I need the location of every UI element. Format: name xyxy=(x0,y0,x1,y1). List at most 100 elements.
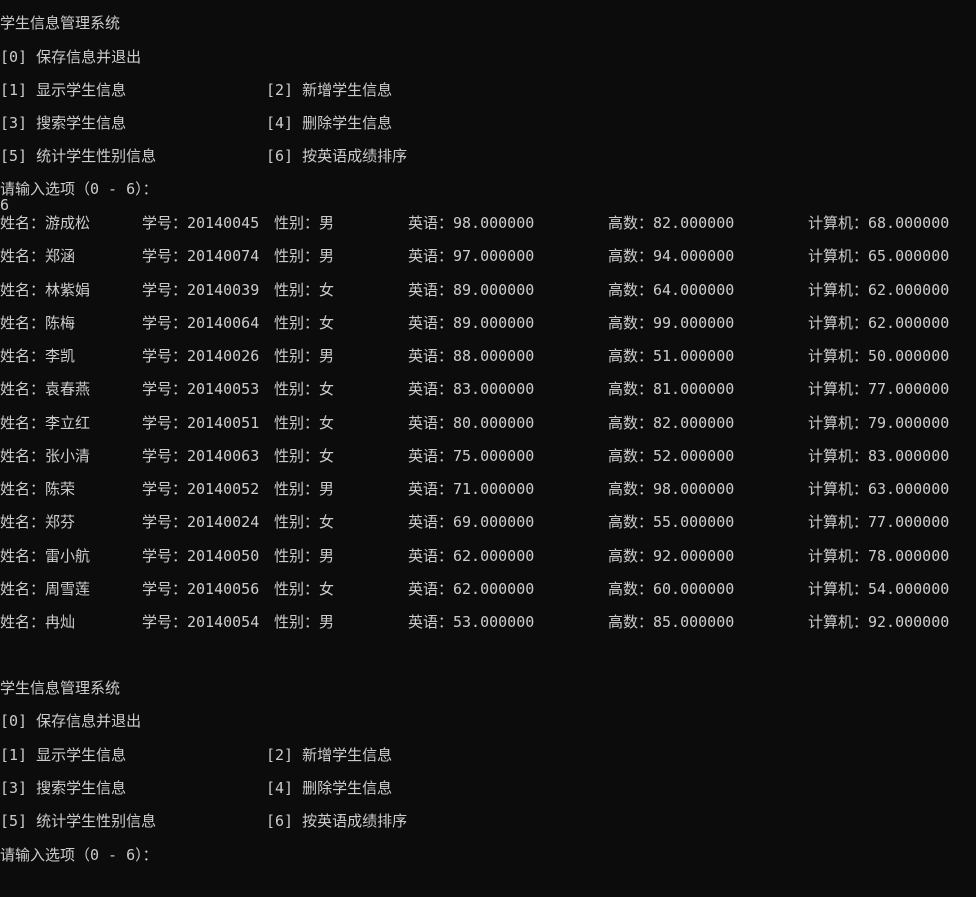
menu-option-6-repeat: [6] 按英语成绩排序 xyxy=(266,812,408,830)
student-name: 姓名：李立红 xyxy=(0,414,91,432)
math-score: 高数：60.000000 xyxy=(608,580,735,598)
student-record-row: 姓名：冉灿 学号：20140054 性别：男 英语：53.000000 高数：85.00… xyxy=(0,613,976,631)
math-score: 高数：85.000000 xyxy=(608,613,735,631)
student-sex: 性别：女 xyxy=(274,281,335,299)
student-name: 姓名：张小清 xyxy=(0,447,91,465)
math-score: 高数：99.000000 xyxy=(608,314,735,332)
student-record-row: 姓名：李凯 学号：20140026 性别：男 英语：88.000000 高数：51.00… xyxy=(0,347,976,365)
menu-option-0: [0] 保存信息并退出 xyxy=(0,48,142,66)
student-name: 姓名：冉灿 xyxy=(0,613,76,631)
student-sex: 性别：男 xyxy=(274,480,335,498)
english-score: 英语：88.000000 xyxy=(408,347,535,365)
math-score: 高数：81.000000 xyxy=(608,380,735,398)
math-score: 高数：94.000000 xyxy=(608,247,735,265)
menu-option-2: [2] 新增学生信息 xyxy=(266,81,393,99)
student-record-row: 姓名：张小清 学号：20140063 性别：女 英语：75.000000 高数：52.0… xyxy=(0,447,976,465)
english-score: 英语：80.000000 xyxy=(408,414,535,432)
computer-score: 计算机：50.000000 xyxy=(808,347,950,365)
english-score: 英语：69.000000 xyxy=(408,513,535,531)
english-score: 英语：98.000000 xyxy=(408,214,535,232)
user-input-value: 6 xyxy=(0,196,10,214)
student-id: 学号：20140050 xyxy=(142,547,260,565)
math-score: 高数：55.000000 xyxy=(608,513,735,531)
student-id: 学号：20140053 xyxy=(142,380,260,398)
english-score: 英语：75.000000 xyxy=(408,447,535,465)
student-sex: 性别：男 xyxy=(274,247,335,265)
english-score: 英语：53.000000 xyxy=(408,613,535,631)
math-score: 高数：64.000000 xyxy=(608,281,735,299)
computer-score: 计算机：83.000000 xyxy=(808,447,950,465)
menu-row-1: [1] 显示学生信息 [2] 新增学生信息 xyxy=(0,81,976,99)
student-sex: 性别：女 xyxy=(274,513,335,531)
menu-option-4-repeat: [4] 删除学生信息 xyxy=(266,779,393,797)
student-name: 姓名：郑芬 xyxy=(0,513,76,531)
math-score: 高数：52.000000 xyxy=(608,447,735,465)
student-sex: 性别：男 xyxy=(274,214,335,232)
menu-row-3-repeat: [5] 统计学生性别信息 [6] 按英语成绩排序 xyxy=(0,812,976,830)
student-sex: 性别：男 xyxy=(274,347,335,365)
student-record-row: 姓名：袁春燕 学号：20140053 性别：女 英语：83.000000 高数：81.0… xyxy=(0,380,976,398)
english-score: 英语：89.000000 xyxy=(408,281,535,299)
math-score: 高数：82.000000 xyxy=(608,214,735,232)
student-name: 姓名：陈荣 xyxy=(0,480,76,498)
student-sex: 性别：女 xyxy=(274,380,335,398)
menu-row-1-repeat: [1] 显示学生信息 [2] 新增学生信息 xyxy=(0,746,976,764)
computer-score: 计算机：65.000000 xyxy=(808,247,950,265)
menu-row-2: [3] 搜索学生信息 [4] 删除学生信息 xyxy=(0,114,976,132)
menu-option-1: [1] 显示学生信息 xyxy=(0,81,127,99)
student-sex: 性别：女 xyxy=(274,414,335,432)
student-name: 姓名：郑涵 xyxy=(0,247,76,265)
student-sex: 性别：男 xyxy=(274,547,335,565)
student-id: 学号：20140024 xyxy=(142,513,260,531)
student-id: 学号：20140054 xyxy=(142,613,260,631)
student-record-row: 姓名：李立红 学号：20140051 性别：女 英语：80.000000 高数：82.0… xyxy=(0,414,976,432)
student-id: 学号：20140052 xyxy=(142,480,260,498)
english-score: 英语：89.000000 xyxy=(408,314,535,332)
english-score: 英语：83.000000 xyxy=(408,380,535,398)
math-score: 高数：82.000000 xyxy=(608,414,735,432)
student-id: 学号：20140045 xyxy=(142,214,260,232)
english-score: 英语：62.000000 xyxy=(408,580,535,598)
student-id: 学号：20140056 xyxy=(142,580,260,598)
menu-option-3-repeat: [3] 搜索学生信息 xyxy=(0,779,127,797)
student-id: 学号：20140074 xyxy=(142,247,260,265)
student-sex: 性别：女 xyxy=(274,580,335,598)
student-id: 学号：20140064 xyxy=(142,314,260,332)
student-record-row: 姓名：郑涵 学号：20140074 性别：男 英语：97.000000 高数：94.00… xyxy=(0,247,976,265)
english-score: 英语：71.000000 xyxy=(408,480,535,498)
student-name: 姓名：林紫娟 xyxy=(0,281,91,299)
student-sex: 性别：男 xyxy=(274,613,335,631)
student-record-row: 姓名：林紫娟 学号：20140039 性别：女 英语：89.000000 高数：64.0… xyxy=(0,281,976,299)
student-id: 学号：20140039 xyxy=(142,281,260,299)
student-name: 姓名：袁春燕 xyxy=(0,380,91,398)
student-id: 学号：20140026 xyxy=(142,347,260,365)
input-prompt: 请输入选项（0 - 6）： xyxy=(0,180,158,198)
computer-score: 计算机：63.000000 xyxy=(808,480,950,498)
computer-score: 计算机：54.000000 xyxy=(808,580,950,598)
student-record-row: 姓名：周雪莲 学号：20140056 性别：女 英语：62.000000 高数：60.0… xyxy=(0,580,976,598)
student-name: 姓名：雷小航 xyxy=(0,547,91,565)
student-record-row: 姓名：雷小航 学号：20140050 性别：男 英语：62.000000 高数：92.0… xyxy=(0,547,976,565)
menu-option-5-repeat: [5] 统计学生性别信息 xyxy=(0,812,157,830)
computer-score: 计算机：62.000000 xyxy=(808,314,950,332)
math-score: 高数：51.000000 xyxy=(608,347,735,365)
menu-option-2-repeat: [2] 新增学生信息 xyxy=(266,746,393,764)
student-record-row: 姓名：陈荣 学号：20140052 性别：男 英语：71.000000 高数：98.00… xyxy=(0,480,976,498)
student-record-row: 姓名：游成松 学号：20140045 性别：男 英语：98.000000 高数：82.0… xyxy=(0,214,976,232)
menu-row-2-repeat: [3] 搜索学生信息 [4] 删除学生信息 xyxy=(0,779,976,797)
computer-score: 计算机：77.000000 xyxy=(808,513,950,531)
student-record-row: 姓名：郑芬 学号：20140024 性别：女 英语：69.000000 高数：55.00… xyxy=(0,513,976,531)
computer-score: 计算机：62.000000 xyxy=(808,281,950,299)
math-score: 高数：98.000000 xyxy=(608,480,735,498)
menu-option-6: [6] 按英语成绩排序 xyxy=(266,147,408,165)
console-window[interactable]: 学生信息管理系统 [0] 保存信息并退出 [1] 显示学生信息 [2] 新增学生… xyxy=(0,0,976,897)
menu-row-3: [5] 统计学生性别信息 [6] 按英语成绩排序 xyxy=(0,147,976,165)
student-id: 学号：20140051 xyxy=(142,414,260,432)
student-record-row: 姓名：陈梅 学号：20140064 性别：女 英语：89.000000 高数：99.00… xyxy=(0,314,976,332)
menu-option-3: [3] 搜索学生信息 xyxy=(0,114,127,132)
menu-option-5: [5] 统计学生性别信息 xyxy=(0,147,157,165)
menu-option-1-repeat: [1] 显示学生信息 xyxy=(0,746,127,764)
computer-score: 计算机：79.000000 xyxy=(808,414,950,432)
input-prompt-repeat[interactable]: 请输入选项（0 - 6）： xyxy=(0,846,158,864)
computer-score: 计算机：77.000000 xyxy=(808,380,950,398)
